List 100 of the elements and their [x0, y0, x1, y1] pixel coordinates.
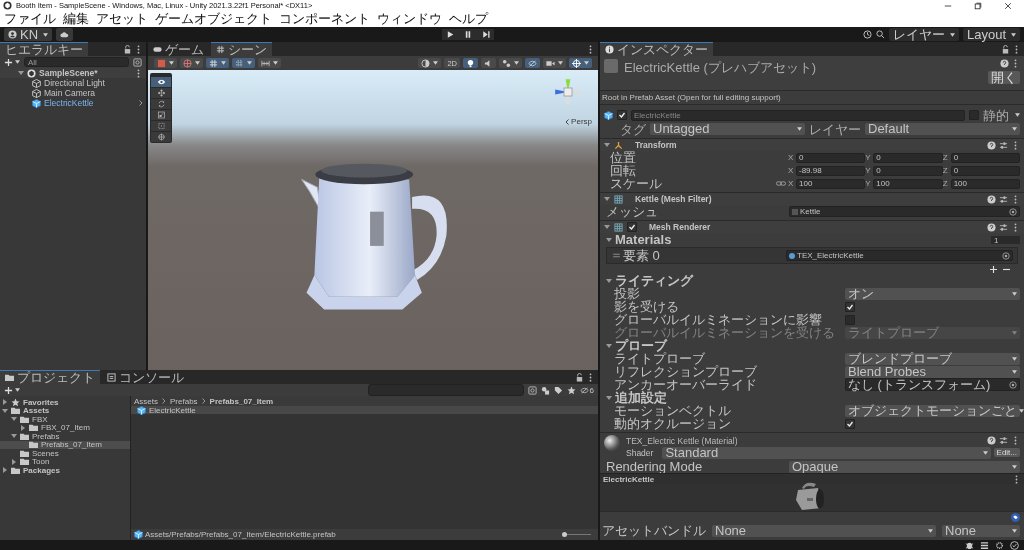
expanded-arrow-icon[interactable] [606, 277, 612, 284]
kettle-drawing[interactable] [301, 163, 447, 310]
scene-item[interactable]: SampleScene* [0, 68, 146, 78]
component-header[interactable]: Mesh Renderer [600, 220, 1024, 233]
presets-icon[interactable] [999, 140, 1008, 150]
enabled-checkbox[interactable] [627, 222, 637, 232]
account-dropdown[interactable]: KN [4, 28, 53, 41]
menu-item[interactable]: ウィンドウ [377, 11, 442, 27]
help-icon[interactable] [1000, 59, 1009, 68]
static-checkbox[interactable] [969, 110, 979, 120]
search-icon[interactable] [875, 30, 885, 39]
variant-dropdown[interactable]: None [942, 524, 1020, 537]
component-header[interactable]: Transform [600, 138, 1024, 151]
object-field[interactable]: なし (トランスフォーム) [845, 378, 1020, 391]
folder-item[interactable]: Scenes [0, 449, 130, 458]
visibility-toggle[interactable] [525, 58, 540, 68]
number-field[interactable]: -89.98 [796, 165, 866, 176]
tool-button[interactable] [151, 77, 171, 87]
dropdown[interactable]: Opaque [789, 460, 1020, 473]
checkmark-circle-icon[interactable] [1010, 540, 1019, 550]
layout-dropdown[interactable]: Layout [962, 28, 1020, 41]
number-field[interactable]: 0 [950, 152, 1020, 163]
hierarchy-item[interactable]: ElectricKettle [0, 98, 146, 108]
folder-item[interactable]: Toon [0, 457, 130, 466]
drag-handle-icon[interactable] [613, 253, 620, 258]
checkbox[interactable] [845, 301, 855, 312]
help-icon[interactable] [987, 222, 996, 232]
number-field[interactable]: 0 [796, 152, 866, 163]
view-tab[interactable]: シーン [211, 42, 272, 56]
panel-tab[interactable]: プロジェクト [0, 370, 100, 384]
tag-dropdown[interactable]: Untagged [650, 123, 805, 135]
tool-button[interactable] [151, 121, 171, 131]
active-checkbox[interactable] [617, 110, 627, 120]
search-field[interactable]: All [24, 57, 129, 67]
collapsed-arrow-icon[interactable] [2, 399, 8, 406]
number-field[interactable]: 100 [796, 178, 866, 189]
link-icon[interactable] [776, 180, 786, 187]
presets-icon[interactable] [999, 194, 1008, 204]
section-label[interactable]: Materials [615, 233, 672, 246]
menu-item[interactable]: アセット [96, 11, 148, 27]
folder-item[interactable]: FBX [0, 415, 130, 424]
layers-dropdown[interactable]: レイヤー [888, 28, 959, 41]
add-button[interactable] [4, 385, 20, 395]
orientation-gizmo-drawing[interactable] [552, 76, 584, 108]
lock-icon[interactable] [1001, 44, 1010, 54]
expanded-arrow-icon[interactable] [18, 70, 24, 76]
inspector-tab[interactable]: インスペクター [600, 42, 713, 56]
bug-icon[interactable] [965, 540, 974, 550]
object-picker-icon[interactable] [1002, 251, 1010, 260]
menu-item[interactable]: 編集 [63, 11, 89, 27]
lock-icon[interactable] [123, 44, 132, 54]
preview-area[interactable] [600, 484, 1024, 511]
number-field[interactable]: 100 [950, 178, 1020, 189]
expanded-arrow-icon[interactable] [604, 196, 610, 202]
lighting-toggle[interactable] [463, 58, 478, 68]
breadcrumb-item[interactable]: Assets [134, 396, 158, 406]
tool-button[interactable] [151, 110, 171, 120]
object-picker-icon[interactable] [1009, 380, 1017, 389]
projection-label[interactable]: Persp [565, 117, 592, 126]
help-icon[interactable] [987, 436, 996, 445]
scene-viewport[interactable]: Persp [148, 70, 598, 370]
effects-button[interactable] [499, 58, 522, 68]
presets-icon[interactable] [999, 222, 1008, 232]
array-size-field[interactable]: 1 [991, 235, 1020, 244]
gizmo-globe-button[interactable] [180, 58, 203, 68]
folder-item[interactable]: Packages [0, 466, 130, 475]
section-label[interactable]: 追加設定 [615, 391, 667, 404]
shader-dropdown[interactable]: Standard [662, 446, 991, 459]
hierarchy-item[interactable]: Main Camera [0, 88, 146, 98]
slider-thumb[interactable] [561, 531, 567, 537]
shapes-icon[interactable] [540, 385, 550, 395]
snap-button[interactable] [232, 58, 255, 68]
component-header[interactable]: Kettle (Mesh Filter) [600, 192, 1024, 205]
scene-search-icon[interactable] [133, 57, 142, 67]
tool-button[interactable] [151, 132, 171, 142]
object-picker-icon[interactable] [1009, 207, 1017, 216]
hierarchy-item[interactable]: Directional Light [0, 78, 146, 88]
folder-item[interactable]: FBX_07_Item [0, 423, 130, 432]
close-icon[interactable] [1004, 1, 1012, 10]
history-icon[interactable] [862, 30, 872, 39]
folder-item[interactable]: Favorites [0, 398, 130, 407]
presets-icon[interactable] [999, 436, 1008, 445]
add-button[interactable] [4, 57, 20, 67]
gizmos-button[interactable] [569, 58, 592, 68]
menu-item[interactable]: ヘルプ [449, 11, 488, 27]
help-icon[interactable] [987, 194, 996, 204]
number-field[interactable]: 0 [873, 152, 943, 163]
hierarchy-tab[interactable]: ヒエラルキー [0, 42, 88, 56]
menu-item[interactable]: コンポーネント [279, 11, 370, 27]
star-icon[interactable] [566, 385, 576, 395]
grid-button[interactable] [206, 58, 229, 68]
search-field[interactable] [367, 384, 524, 396]
help-icon[interactable] [987, 140, 996, 150]
tool-button[interactable] [151, 99, 171, 109]
settings-icon[interactable] [995, 540, 1004, 550]
expanded-arrow-icon[interactable] [606, 394, 612, 401]
number-field[interactable]: 100 [873, 178, 943, 189]
cloud-button[interactable] [56, 28, 74, 41]
object-field[interactable]: Kettle [789, 206, 1020, 217]
folder-item[interactable]: Prefabs_07_Item [0, 440, 130, 449]
